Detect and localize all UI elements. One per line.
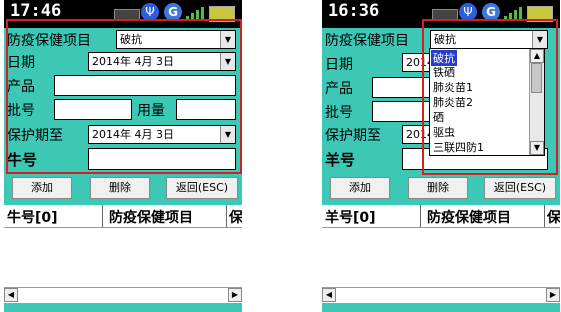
item-label: 防疫保健项目 — [325, 33, 409, 49]
delete-button[interactable]: 删除 — [408, 177, 468, 199]
add-button[interactable]: 添加 — [330, 177, 390, 199]
column-header[interactable]: 保 — [229, 207, 242, 227]
delete-button[interactable]: 删除 — [90, 177, 150, 199]
clock: 17:46 — [10, 1, 62, 21]
scroll-left-icon[interactable]: ◀ — [322, 288, 336, 302]
column-header[interactable]: 牛号[0] — [7, 207, 58, 227]
date-label: 日期 — [325, 57, 353, 73]
highlight-box — [422, 19, 558, 175]
signal-icon — [504, 6, 524, 20]
screen-1: 17:46 Ψ G 防疫保健项目 破抗 ▼ 日期 2014年 4月 3日 ▼ 产… — [4, 0, 242, 312]
batch-label: 批号 — [325, 105, 353, 121]
product-label: 产品 — [325, 81, 353, 97]
records-table[interactable]: 牛号[0] 防疫保健项目 保 — [4, 205, 242, 287]
highlight-box — [6, 19, 242, 174]
signal-icon — [186, 6, 206, 20]
scroll-right-icon[interactable]: ▶ — [546, 288, 560, 302]
records-table[interactable]: 羊号[0] 防疫保健项目 保 — [322, 205, 560, 287]
protect-until-label: 保护期至 — [325, 128, 381, 144]
scroll-left-icon[interactable]: ◀ — [4, 288, 18, 302]
animal-id-label: 羊号 — [325, 151, 356, 169]
horizontal-scrollbar[interactable]: ◀ ▶ — [322, 287, 560, 303]
table-header: 牛号[0] 防疫保健项目 保 — [4, 205, 242, 228]
column-header[interactable]: 防疫保健项目 — [427, 207, 511, 227]
column-header[interactable]: 防疫保健项目 — [109, 207, 193, 227]
back-button[interactable]: 返回(ESC) — [166, 177, 238, 199]
column-header[interactable]: 羊号[0] — [325, 207, 376, 227]
column-header[interactable]: 保 — [547, 207, 560, 227]
back-button[interactable]: 返回(ESC) — [484, 177, 556, 199]
scroll-right-icon[interactable]: ▶ — [228, 288, 242, 302]
horizontal-scrollbar[interactable]: ◀ ▶ — [4, 287, 242, 303]
screen-2: 16:36 Ψ G 防疫保健项目 破抗 ▼ 日期 2014 产品 批号 保护期至… — [322, 0, 560, 312]
add-button[interactable]: 添加 — [12, 177, 72, 199]
table-header: 羊号[0] 防疫保健项目 保 — [322, 205, 560, 228]
clock: 16:36 — [328, 1, 380, 21]
